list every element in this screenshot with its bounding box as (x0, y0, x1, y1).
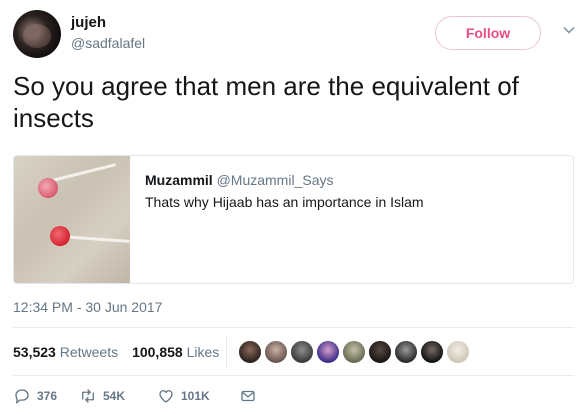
likes-label: Likes (186, 344, 220, 360)
retweets-count: 53,523 (13, 344, 56, 360)
retweet-button[interactable]: 54K (79, 387, 157, 405)
tweet-text: So you agree that men are the equivalent… (13, 71, 519, 133)
retweets-stat[interactable]: 53,523 Retweets (13, 344, 118, 360)
divider (13, 327, 574, 328)
like-button[interactable]: 101K (157, 387, 239, 405)
author-name[interactable]: jujeh (71, 14, 106, 31)
follow-button[interactable]: Follow (435, 16, 541, 50)
likes-count: 100,858 (132, 344, 183, 360)
quoted-author[interactable]: Muzammil @Muzammil_Says (145, 172, 333, 188)
reply-icon (15, 389, 29, 404)
quoted-author-handle: @Muzammil_Says (216, 172, 334, 188)
like-count: 101K (181, 389, 210, 403)
quoted-text: Thats why Hijaab has an importance in Is… (145, 194, 424, 210)
tweet-actions: 376 54K 101K (13, 386, 263, 406)
liker-avatar[interactable] (316, 340, 340, 364)
retweet-count: 54K (103, 389, 126, 403)
liker-avatar[interactable] (394, 340, 418, 364)
quoted-tweet[interactable]: Muzammil @Muzammil_Says Thats why Hijaab… (13, 155, 574, 284)
liker-avatar[interactable] (238, 340, 262, 364)
retweet-icon (82, 389, 94, 403)
liker-avatar[interactable] (368, 340, 392, 364)
liker-avatar[interactable] (264, 340, 288, 364)
divider (226, 336, 227, 370)
divider (13, 375, 574, 376)
message-icon (241, 390, 255, 402)
retweets-label: Retweets (59, 344, 119, 360)
author-handle[interactable]: @sadfalafel (71, 35, 145, 51)
liker-avatar[interactable] (446, 340, 470, 364)
quoted-author-name: Muzammil (145, 172, 213, 188)
liker-avatar[interactable] (290, 340, 314, 364)
reply-button[interactable]: 376 (13, 387, 79, 405)
liker-avatar[interactable] (420, 340, 444, 364)
engagement-stats: 53,523 Retweets 100,858 Likes (13, 344, 219, 360)
liker-avatars (238, 340, 472, 364)
reply-count: 376 (37, 389, 58, 403)
liker-avatar[interactable] (342, 340, 366, 364)
tweet-header: jujeh @sadfalafel Follow (13, 10, 578, 62)
direct-message-button[interactable] (239, 387, 263, 405)
tweet-timestamp[interactable]: 12:34 PM - 30 Jun 2017 (13, 299, 162, 315)
chevron-down-icon[interactable] (561, 22, 577, 38)
like-icon (159, 390, 173, 403)
avatar[interactable] (13, 10, 61, 58)
quoted-media-image[interactable] (14, 156, 130, 283)
likes-stat[interactable]: 100,858 Likes (132, 344, 219, 360)
